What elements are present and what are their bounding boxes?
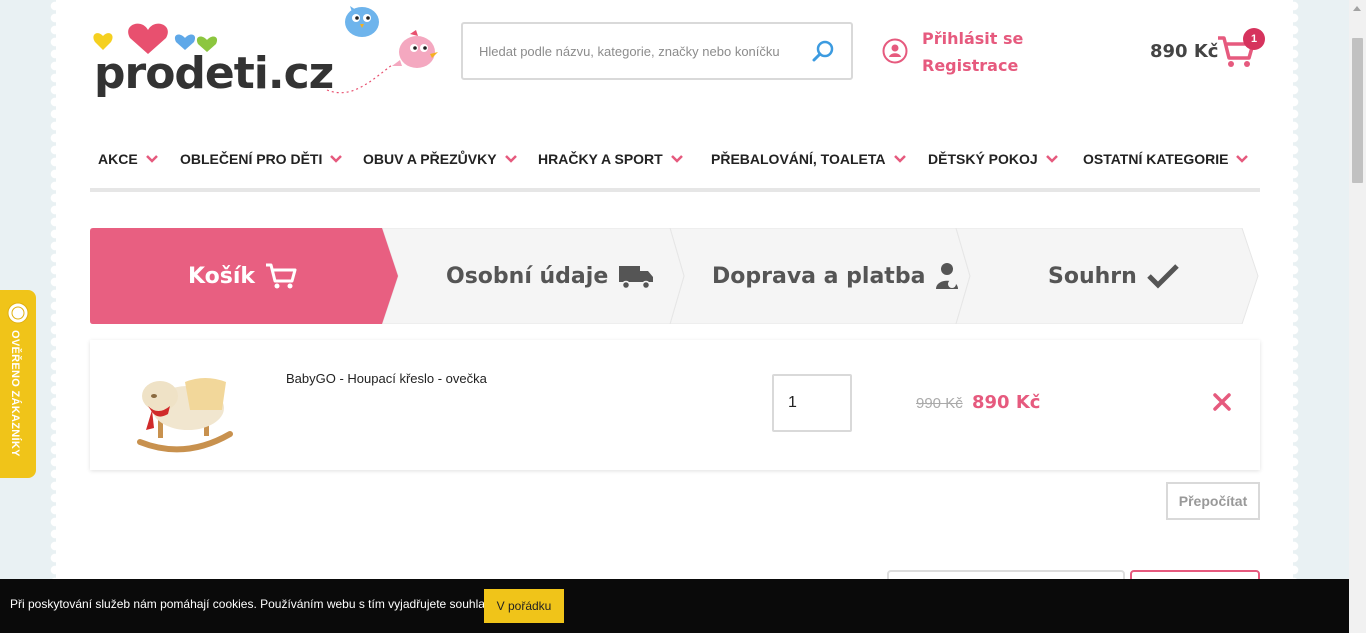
scroll-up-arrow[interactable]: [1353, 6, 1361, 11]
cookie-accept-button[interactable]: V pořádku: [484, 589, 564, 623]
nav-item-obuv[interactable]: OBUV A PŘEZŮVKY: [363, 140, 517, 178]
product-image[interactable]: [130, 360, 240, 455]
search-icon[interactable]: [811, 39, 835, 63]
quantity-input[interactable]: [772, 374, 852, 432]
step-personal-info[interactable]: Osobní údaje: [446, 228, 654, 324]
nav-item-label: OSTATNÍ KATEGORIE: [1083, 151, 1229, 167]
nav-item-ostatni[interactable]: OSTATNÍ KATEGORIE: [1083, 140, 1249, 178]
birds-illustration: [326, 6, 438, 94]
seal-icon: [7, 302, 29, 324]
user-icon[interactable]: [882, 38, 908, 64]
user-lock-icon: [936, 263, 959, 289]
product-name[interactable]: BabyGO - Houpací křeslo - ovečka: [286, 371, 487, 386]
register-link[interactable]: Registrace: [922, 56, 1018, 75]
search-input[interactable]: [479, 38, 799, 64]
scrollbar[interactable]: [1349, 0, 1366, 633]
cart-total[interactable]: 890 Kč: [1150, 41, 1218, 62]
chevron-down-icon: [145, 155, 158, 163]
step-cart[interactable]: Košík: [188, 228, 297, 324]
nav-item-label: HRAČKY A SPORT: [538, 151, 663, 167]
cookie-bar: Při poskytování služeb nám pomáhají cook…: [0, 579, 1349, 633]
step-label: Souhrn: [1048, 263, 1137, 289]
recalculate-button[interactable]: Přepočítat: [1166, 482, 1260, 520]
scroll-thumb[interactable]: [1352, 38, 1363, 183]
badge-label: OVĚŘENO ZÁKAZNÍKY: [9, 330, 21, 457]
nav-item-obleceni[interactable]: OBLEČENÍ PRO DĚTI: [180, 140, 343, 178]
chevron-down-icon: [504, 155, 517, 163]
nav-item-detsky-pokoj[interactable]: DĚTSKÝ POKOJ: [928, 140, 1058, 178]
chevron-down-icon: [893, 155, 906, 163]
checkmark-icon: [1147, 264, 1179, 289]
verified-by-customers-badge[interactable]: OVĚŘENO ZÁKAZNÍKY: [0, 290, 36, 478]
nav-item-hracky[interactable]: HRAČKY A SPORT: [538, 140, 683, 178]
step-shipping-payment[interactable]: Doprava a platba: [712, 228, 961, 324]
cookie-text: Při poskytování služeb nám pomáhají cook…: [10, 597, 495, 611]
nav-item-akce[interactable]: AKCE: [98, 140, 158, 178]
nav-item-label: OBLEČENÍ PRO DĚTI: [180, 151, 323, 167]
step-label: Osobní údaje: [446, 263, 609, 289]
nav-item-label: DĚTSKÝ POKOJ: [928, 151, 1038, 167]
logo-text: prodeti.cz: [94, 48, 334, 99]
nav-item-prebalovani[interactable]: PŘEBALOVÁNÍ, TOALETA: [711, 140, 906, 178]
main-nav: AKCE OBLEČENÍ PRO DĚTI OBUV A PŘEZŮVKY H…: [90, 140, 1260, 192]
cart-item-row: BabyGO - Houpací křeslo - ovečka 990 Kč …: [90, 340, 1260, 470]
chevron-down-icon: [330, 155, 343, 163]
step-label: Doprava a platba: [712, 263, 926, 289]
remove-item-icon[interactable]: [1212, 392, 1232, 412]
nav-item-label: PŘEBALOVÁNÍ, TOALETA: [711, 151, 886, 167]
step-label: Košík: [188, 263, 256, 289]
checkout-steps: Košík Osobní údaje Doprava a platba Souh…: [90, 228, 1260, 324]
cart-icon: [266, 263, 297, 289]
item-price: 890 Kč: [972, 392, 1041, 413]
truck-icon: [619, 266, 654, 290]
old-price: 990 Kč: [916, 395, 963, 412]
chevron-down-icon: [670, 155, 683, 163]
search-box: [461, 22, 853, 80]
login-link[interactable]: Přihlásit se: [922, 29, 1023, 48]
nav-item-label: AKCE: [98, 151, 138, 167]
cart-count-badge: 1: [1243, 28, 1265, 50]
chevron-down-icon: [1045, 155, 1058, 163]
nav-item-label: OBUV A PŘEZŮVKY: [363, 151, 497, 167]
step-summary[interactable]: Souhrn: [1048, 228, 1179, 324]
chevron-down-icon: [1236, 155, 1249, 163]
logo[interactable]: prodeti.cz: [90, 20, 334, 99]
